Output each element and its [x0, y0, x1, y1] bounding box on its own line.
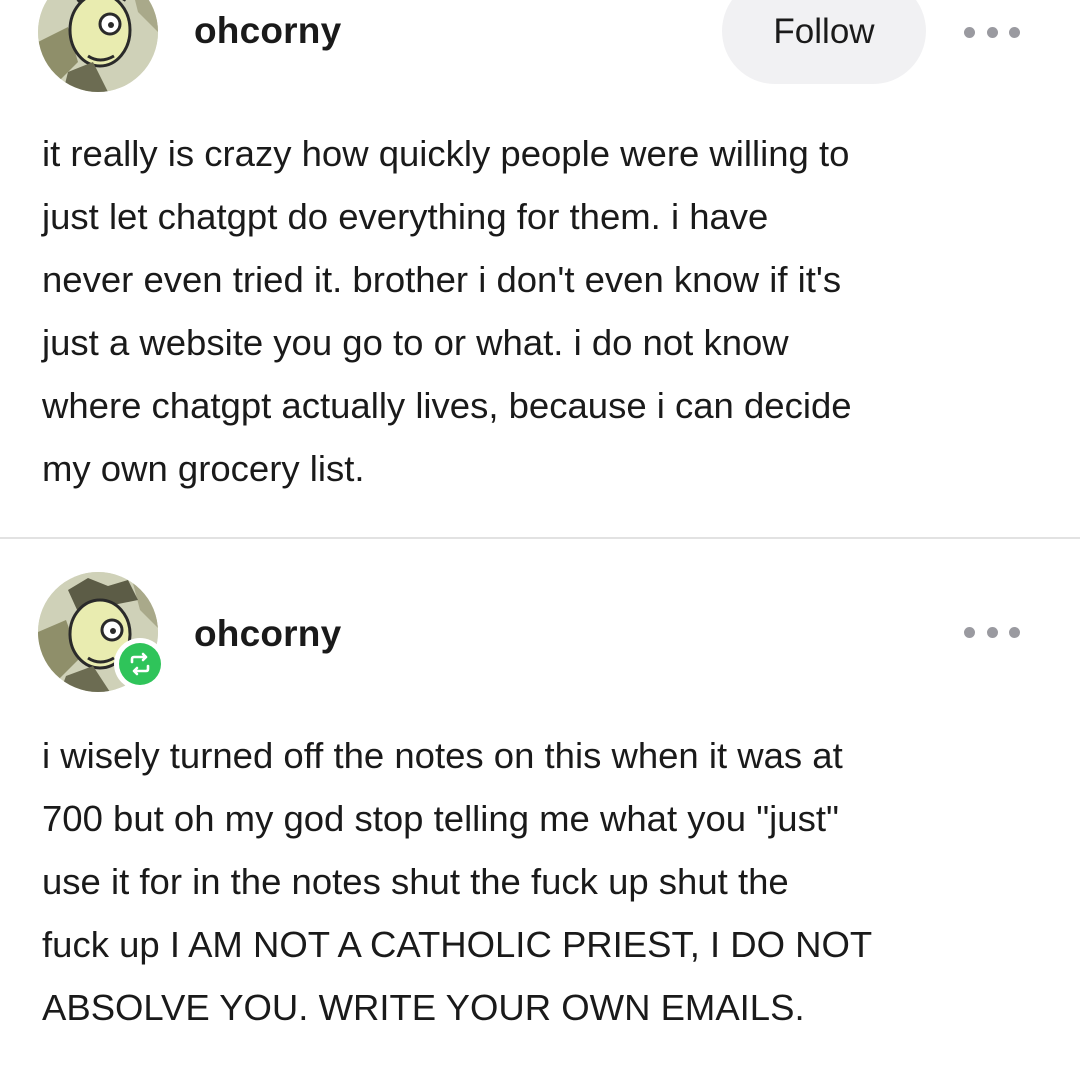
avatar-illustration: [38, 0, 158, 92]
reblog-badge: [114, 638, 166, 690]
more-horizontal-icon[interactable]: [964, 622, 1020, 642]
post-body: i wisely turned off the notes on this wh…: [42, 735, 873, 1028]
post-body: it really is crazy how quickly people we…: [42, 133, 852, 489]
dot: [1009, 26, 1020, 38]
dot: [964, 26, 975, 38]
dot: [986, 626, 998, 638]
dot: [964, 626, 975, 638]
post-reblog: ohcorny i wisely turned off the notes on…: [0, 540, 1080, 1080]
more-horizontal-icon[interactable]: [964, 22, 1020, 42]
dot: [986, 26, 998, 38]
follow-button[interactable]: Follow: [722, 0, 926, 84]
username[interactable]: ohcorny: [194, 613, 341, 655]
post-divider: [0, 537, 1080, 539]
post-original: ohcorny Follow it really is crazy how qu…: [0, 0, 1080, 538]
reblog-icon: [119, 643, 161, 685]
username[interactable]: ohcorny: [194, 10, 341, 52]
avatar[interactable]: [38, 0, 158, 92]
dot: [1009, 626, 1020, 638]
